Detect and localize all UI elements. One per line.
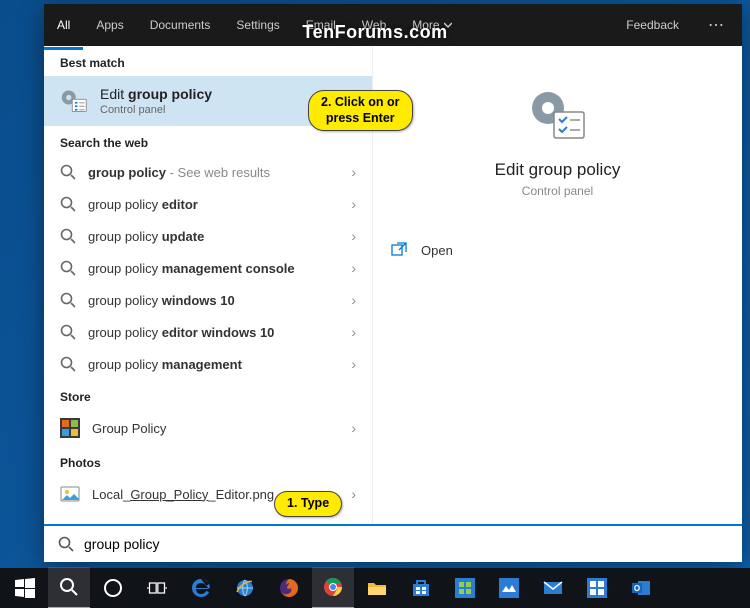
taskbar-app-2[interactable] (488, 568, 530, 608)
more-options-button[interactable]: ⋯ (692, 4, 742, 46)
start-button[interactable] (4, 568, 46, 608)
web-result-label: group policy update (88, 229, 339, 244)
chevron-right-icon: › (351, 356, 356, 372)
open-label: Open (421, 243, 453, 258)
chevron-right-icon: › (351, 324, 356, 340)
taskbar-search[interactable] (48, 567, 90, 608)
taskbar-store[interactable] (400, 568, 442, 608)
web-result[interactable]: group policy editor › (44, 188, 372, 220)
search-icon (60, 260, 76, 276)
best-match-title: Edit group policy (100, 86, 212, 102)
preview-pane: Edit group policy Control panel Open (373, 46, 742, 526)
chevron-right-icon: › (351, 292, 356, 308)
section-best-match: Best match (44, 46, 372, 76)
web-result-label: group policy editor windows 10 (88, 325, 339, 340)
web-result[interactable]: group policy update › (44, 220, 372, 252)
tab-apps[interactable]: Apps (83, 4, 136, 46)
search-icon (60, 196, 76, 212)
search-results-panel: All Apps Documents Settings Email Web Mo… (44, 4, 742, 562)
search-icon (60, 324, 76, 340)
search-input[interactable] (74, 535, 728, 553)
tab-settings[interactable]: Settings (223, 4, 292, 46)
taskbar-firefox[interactable] (268, 568, 310, 608)
search-box[interactable] (44, 524, 742, 562)
store-result[interactable]: Group Policy › (44, 410, 372, 446)
taskbar-cortana[interactable] (92, 568, 134, 608)
image-file-icon (60, 484, 80, 504)
web-result[interactable]: group policy management › (44, 348, 372, 380)
tab-documents[interactable]: Documents (137, 4, 224, 46)
search-icon (58, 536, 74, 552)
web-result[interactable]: group policy windows 10 › (44, 284, 372, 316)
section-photos: Photos (44, 446, 372, 476)
taskbar: O (0, 568, 750, 608)
taskbar-chrome[interactable] (312, 567, 354, 608)
best-match-subtitle: Control panel (100, 104, 212, 116)
svg-text:O: O (634, 584, 640, 593)
chevron-right-icon: › (351, 196, 356, 212)
search-icon (60, 228, 76, 244)
search-icon (60, 356, 76, 372)
watermark: TenForums.com (302, 22, 447, 43)
open-icon (391, 242, 407, 258)
web-result-label: group policy management (88, 357, 339, 372)
tab-all[interactable]: All (44, 4, 83, 50)
preview-subtitle: Control panel (522, 184, 593, 198)
open-action[interactable]: Open (391, 234, 724, 266)
chevron-right-icon: › (351, 486, 356, 502)
taskbar-outlook[interactable]: O (620, 568, 662, 608)
taskbar-app-1[interactable] (444, 568, 486, 608)
web-result[interactable]: group policy - See web results › (44, 156, 372, 188)
taskbar-ie[interactable] (224, 568, 266, 608)
taskbar-explorer[interactable] (356, 568, 398, 608)
chevron-right-icon: › (351, 260, 356, 276)
web-result[interactable]: group policy editor windows 10 › (44, 316, 372, 348)
search-icon (60, 292, 76, 308)
section-store: Store (44, 380, 372, 410)
search-icon (60, 164, 76, 180)
preview-title: Edit group policy (495, 160, 621, 180)
chevron-right-icon: › (351, 228, 356, 244)
chevron-right-icon: › (351, 164, 356, 180)
feedback-link[interactable]: Feedback (613, 4, 692, 46)
store-result-label: Group Policy (92, 421, 339, 436)
annotation-type: 1. Type (274, 491, 342, 517)
taskbar-edge[interactable] (180, 568, 222, 608)
web-result-label: group policy - See web results (88, 165, 339, 180)
taskbar-mail[interactable] (532, 568, 574, 608)
chevron-right-icon: › (351, 420, 356, 436)
gpedit-large-icon (528, 86, 588, 146)
store-app-icon (60, 418, 80, 438)
web-result-label: group policy windows 10 (88, 293, 339, 308)
web-result[interactable]: group policy management console › (44, 252, 372, 284)
annotation-click: 2. Click on orpress Enter (308, 90, 413, 131)
gpedit-icon (60, 87, 88, 115)
taskbar-app-3[interactable] (576, 568, 618, 608)
web-result-label: group policy management console (88, 261, 339, 276)
taskbar-taskview[interactable] (136, 568, 178, 608)
web-result-label: group policy editor (88, 197, 339, 212)
